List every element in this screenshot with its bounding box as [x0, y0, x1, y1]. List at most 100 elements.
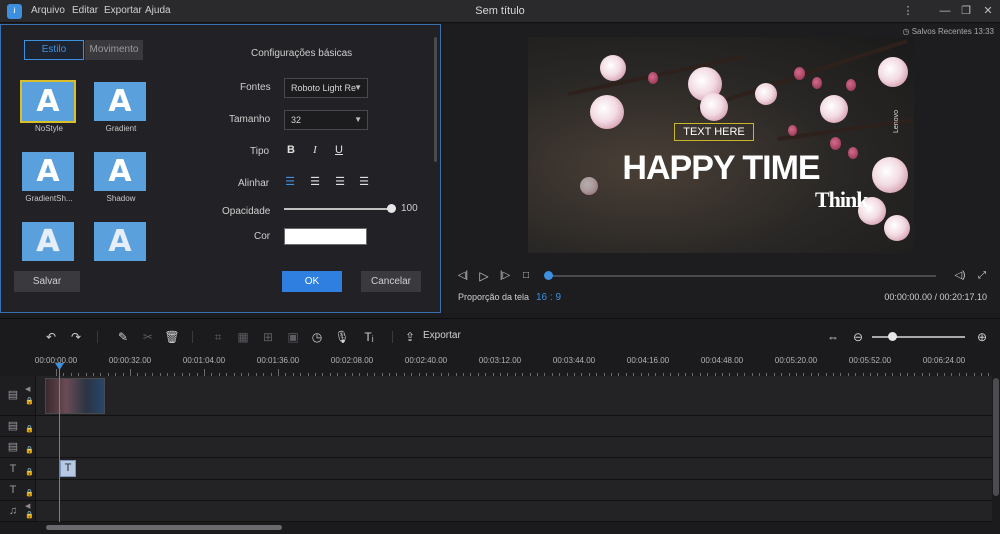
video-preview[interactable]: TEXT HERE HAPPY TIME Think Lenovo — [528, 37, 914, 253]
timeline-ruler[interactable]: 00:00:00.00 00:00:32.00 00:01:04.00 00:01:3… — [30, 354, 992, 376]
next-frame-icon[interactable]: |▷ — [498, 269, 512, 283]
menu-arquivo[interactable]: Arquivo — [31, 5, 65, 16]
blossom-shape — [820, 95, 848, 123]
music-note-icon: ♫ — [8, 505, 18, 517]
cancelar-button[interactable]: Cancelar — [361, 271, 421, 292]
mosaic-icon[interactable]: ▦ — [235, 329, 251, 345]
seek-bar[interactable] — [548, 275, 936, 277]
lock-icon[interactable]: 🔒 — [25, 447, 34, 455]
video-clip[interactable] — [45, 378, 105, 414]
panel-scrollbar[interactable] — [434, 37, 437, 162]
edit-pencil-icon[interactable]: ✎ — [115, 329, 131, 345]
menu-exportar[interactable]: Exportar — [104, 5, 142, 16]
text-overlay-selected[interactable]: TEXT HERE — [674, 123, 754, 141]
style-nostyle[interactable]: A NoStyle — [20, 80, 76, 136]
zoom-out-icon[interactable]: ⊖ — [850, 329, 866, 345]
style-outline[interactable]: A — [22, 222, 76, 262]
tab-estilo[interactable]: Estilo — [24, 40, 84, 60]
redo-icon[interactable]: ↷ — [68, 329, 84, 345]
prev-frame-icon[interactable]: ◁| — [456, 269, 470, 283]
lock-icon[interactable]: 🔒 — [25, 490, 34, 498]
aspect-ratio-value[interactable]: 16 : 9 — [536, 292, 561, 303]
close-icon[interactable]: ✕ — [980, 3, 996, 19]
text-track-1[interactable]: T 🔒 — [0, 458, 992, 480]
salvar-button[interactable]: Salvar — [14, 271, 80, 292]
video-track[interactable]: ▤ ◀ 🔒 — [0, 376, 992, 416]
tab-movimento[interactable]: Movimento — [85, 40, 143, 60]
crop-icon[interactable]: ⌗ — [210, 329, 226, 345]
opacity-slider-knob[interactable] — [387, 204, 396, 213]
frame-icon[interactable]: ▣ — [285, 329, 301, 345]
zoom-slider-knob[interactable] — [888, 332, 897, 341]
fullscreen-icon[interactable]: ⤢ — [975, 269, 989, 283]
zoom-in-icon[interactable]: ⊕ — [974, 329, 990, 345]
ruler-tick-label: 00:00:32.00 — [108, 356, 152, 365]
lock-icon[interactable]: 🔒 — [25, 426, 34, 434]
bold-button[interactable]: B — [283, 142, 299, 158]
ruler-tick-label: 00:02:40.00 — [404, 356, 448, 365]
scissors-icon[interactable]: ✂ — [140, 329, 156, 345]
bud-shape — [794, 67, 805, 80]
text-clip[interactable]: T — [60, 460, 76, 477]
vertical-scrollbar[interactable] — [992, 376, 1000, 522]
style-gradientshadow[interactable]: A GradientSh... — [22, 152, 76, 206]
lock-icon[interactable]: 🔒 — [25, 469, 34, 477]
opacity-value: 100 — [401, 203, 418, 214]
toolbar-divider — [97, 331, 98, 343]
underline-button[interactable]: U — [331, 142, 347, 158]
color-picker[interactable] — [284, 228, 367, 245]
horizontal-scrollbar[interactable] — [30, 522, 992, 534]
undo-icon[interactable]: ↶ — [43, 329, 59, 345]
align-left-icon[interactable]: ☰ — [282, 174, 298, 190]
headline-text[interactable]: HAPPY TIME — [528, 149, 914, 188]
chevron-down-icon: ▼ — [354, 115, 362, 124]
lock-icon[interactable]: 🔒 — [25, 398, 34, 406]
font-select[interactable]: Roboto Light Re ▼ — [284, 78, 368, 98]
zoom-slider-track[interactable] — [872, 336, 965, 338]
audio-toggle-icon[interactable]: ◀ — [25, 503, 33, 511]
microphone-icon[interactable]: 🎙 — [334, 329, 350, 345]
trash-icon[interactable]: 🗑 — [164, 329, 180, 345]
italic-button[interactable]: I — [307, 142, 323, 158]
ok-button[interactable]: OK — [282, 271, 342, 292]
align-justify-icon[interactable]: ☰ — [356, 174, 372, 190]
style-shadow[interactable]: A Shadow — [94, 152, 148, 206]
overlay-track-2[interactable]: ▤ 🔒 — [0, 437, 992, 458]
saved-status: ◷ Salvos Recentes 13:33 — [903, 27, 994, 36]
menu-editar[interactable]: Editar — [72, 5, 98, 16]
play-icon[interactable]: ▷ — [477, 269, 491, 283]
alinhar-label: Alinhar — [238, 178, 270, 189]
style-outline-shadow[interactable]: A — [94, 222, 148, 262]
overlay-track-1[interactable]: ▤ 🔒 — [0, 416, 992, 437]
text-to-speech-icon[interactable]: Tᵢ — [359, 329, 379, 345]
vertical-scrollbar-thumb[interactable] — [993, 378, 999, 496]
fit-timeline-icon[interactable]: ⇔ — [825, 329, 841, 345]
tamanho-label: Tamanho — [229, 114, 271, 125]
cor-label: Cor — [254, 231, 271, 242]
seek-knob[interactable] — [544, 271, 553, 280]
export-button[interactable]: Exportar — [423, 330, 461, 341]
lock-icon[interactable]: 🔒 — [25, 512, 34, 520]
restore-icon[interactable]: ❐ — [958, 3, 974, 19]
ruler-tick — [278, 369, 279, 376]
stop-icon[interactable]: □ — [519, 269, 533, 283]
music-track[interactable]: ♫ ◀ 🔒 — [0, 501, 992, 522]
volume-icon[interactable]: ◁) — [953, 269, 967, 283]
size-select[interactable]: 32 ▼ — [284, 110, 368, 130]
zoom-pan-icon[interactable]: ⊞ — [260, 329, 276, 345]
opacity-slider-track[interactable] — [284, 208, 391, 210]
horizontal-scrollbar-thumb[interactable] — [46, 525, 282, 530]
text-track-2[interactable]: T 🔒 — [0, 480, 992, 501]
align-center-icon[interactable]: ☰ — [307, 174, 323, 190]
audio-toggle-icon[interactable]: ◀ — [25, 386, 33, 394]
export-icon[interactable]: ⇪ — [402, 329, 418, 345]
ellipsis-icon[interactable]: ⋮ — [900, 3, 916, 19]
bud-shape — [812, 77, 822, 89]
bud-shape — [846, 79, 856, 91]
playhead-line — [59, 366, 60, 524]
style-gradient[interactable]: A Gradient — [94, 82, 148, 136]
minimize-icon[interactable]: — — [937, 3, 953, 19]
timer-icon[interactable]: ◷ — [309, 329, 325, 345]
align-right-icon[interactable]: ☰ — [332, 174, 348, 190]
menu-ajuda[interactable]: Ajuda — [145, 5, 171, 16]
